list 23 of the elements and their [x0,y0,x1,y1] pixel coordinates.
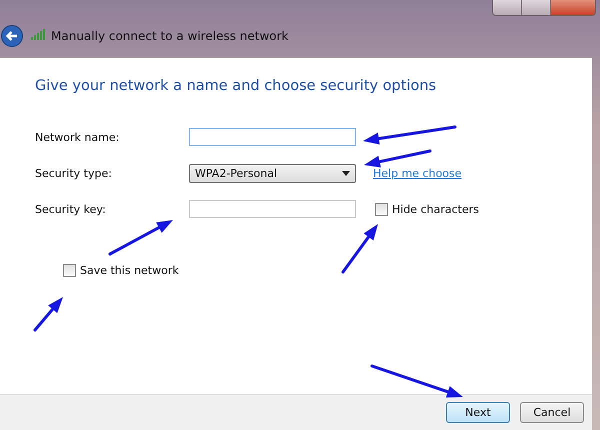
annotation-arrow [364,150,432,168]
checkbox[interactable] [63,264,76,277]
checkbox[interactable] [375,202,388,216]
cancel-button[interactable]: Cancel [520,402,584,423]
field-label: Security key: [35,202,107,216]
help-link[interactable]: Help me choose [373,166,462,180]
next-button[interactable]: Next [446,402,510,423]
text-field[interactable] [189,200,356,218]
window-title: Manually connect to a wireless network [51,29,289,43]
page-heading: Give your network a name and choose security options [35,78,438,94]
back-icon[interactable] [1,25,23,47]
annotation-arrow [342,224,378,274]
annotation-arrow [108,220,173,256]
checkbox-label: Save this network [80,264,179,277]
text-field[interactable] [189,128,356,146]
annotation-arrow [34,297,63,332]
checkbox-label: Hide characters [392,202,479,216]
security-type-dropdown[interactable]: WPA2-Personal [189,164,356,182]
window-controls[interactable] [492,0,596,16]
signal-icon [31,29,47,40]
field-label: Network name: [35,130,120,144]
caret-icon [342,170,350,176]
field-label: Security type: [35,166,113,180]
